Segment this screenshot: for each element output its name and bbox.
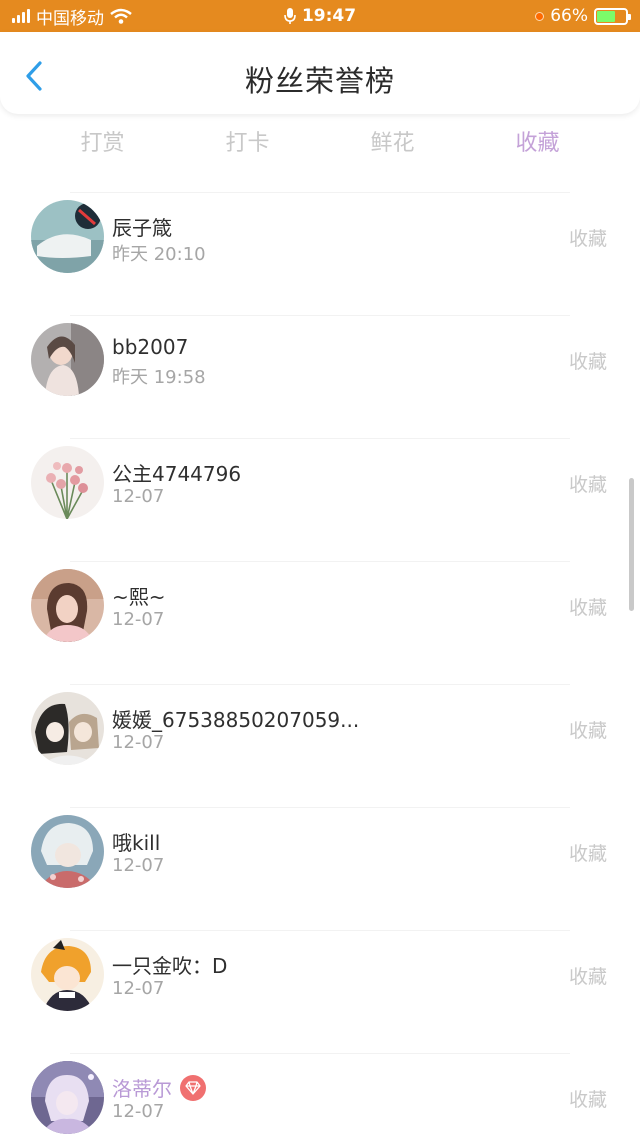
scrollbar[interactable] bbox=[629, 478, 634, 611]
divider bbox=[70, 315, 570, 316]
avatar[interactable] bbox=[31, 569, 104, 642]
fan-time: 12-07 bbox=[112, 486, 165, 507]
list-item[interactable]: 一只金吹：D 12-07 收藏 bbox=[0, 930, 640, 1053]
divider bbox=[70, 807, 570, 808]
avatar[interactable] bbox=[31, 938, 104, 1011]
microphone-icon bbox=[284, 8, 296, 24]
list-item[interactable]: ~熙~ 12-07 收藏 bbox=[0, 561, 640, 684]
divider bbox=[70, 1053, 570, 1054]
fan-action: 收藏 bbox=[568, 843, 607, 865]
tab-favorites[interactable]: 收藏 bbox=[465, 128, 610, 168]
fan-time: 12-07 bbox=[112, 1101, 165, 1122]
tab-flowers[interactable]: 鲜花 bbox=[320, 128, 465, 168]
battery-percent: 66% bbox=[550, 6, 588, 26]
status-bar: 中国移动 19:47 66% bbox=[0, 0, 640, 32]
list-item[interactable]: 辰子箴 昨天 20:10 收藏 bbox=[0, 192, 640, 315]
fan-action: 收藏 bbox=[568, 474, 607, 496]
avatar[interactable] bbox=[31, 446, 104, 519]
fan-action: 收藏 bbox=[568, 228, 607, 250]
fan-name: bb2007 bbox=[112, 335, 189, 359]
status-right: 66% bbox=[535, 0, 631, 32]
fan-time: 12-07 bbox=[112, 609, 165, 630]
fan-time: 昨天 20:10 bbox=[112, 244, 206, 265]
avatar[interactable] bbox=[31, 692, 104, 765]
fan-action: 收藏 bbox=[568, 1089, 607, 1111]
fan-action: 收藏 bbox=[568, 351, 607, 373]
diamond-icon bbox=[185, 1080, 201, 1095]
fan-name: 一只金吹：D bbox=[112, 954, 228, 978]
fan-action: 收藏 bbox=[568, 597, 607, 619]
tab-bar: 打赏 打卡 鲜花 收藏 bbox=[30, 128, 610, 168]
list-item[interactable]: 媛媛_67538850207059... 12-07 收藏 bbox=[0, 684, 640, 807]
tab-tip[interactable]: 打赏 bbox=[30, 128, 175, 168]
fan-list: 辰子箴 昨天 20:10 收藏 bb2007 昨天 19:58 收藏 公主474… bbox=[0, 192, 640, 1138]
avatar[interactable] bbox=[31, 323, 104, 396]
fan-name: 哦kill bbox=[112, 831, 161, 855]
fan-action: 收藏 bbox=[568, 966, 607, 988]
fan-time: 12-07 bbox=[112, 978, 165, 999]
fan-name: 辰子箴 bbox=[112, 216, 172, 240]
fan-action: 收藏 bbox=[568, 720, 607, 742]
fan-name: 媛媛_67538850207059... bbox=[112, 708, 360, 732]
fan-time: 12-07 bbox=[112, 732, 165, 753]
list-item[interactable]: 公主4744796 12-07 收藏 bbox=[0, 438, 640, 561]
list-item[interactable]: 洛蒂尔 12-07 收藏 bbox=[0, 1053, 640, 1138]
divider bbox=[70, 192, 570, 193]
divider bbox=[70, 930, 570, 931]
avatar[interactable] bbox=[31, 200, 104, 273]
fan-name: ~熙~ bbox=[112, 585, 166, 609]
fan-time: 昨天 19:58 bbox=[112, 367, 206, 388]
fan-name: 公主4744796 bbox=[112, 462, 242, 486]
battery-icon bbox=[594, 7, 631, 25]
page-title: 粉丝荣誉榜 bbox=[244, 64, 395, 98]
tab-checkin[interactable]: 打卡 bbox=[175, 128, 320, 168]
vip-badge bbox=[180, 1074, 206, 1101]
list-item[interactable]: bb2007 昨天 19:58 收藏 bbox=[0, 315, 640, 438]
avatar[interactable] bbox=[31, 1061, 104, 1134]
recording-dot-icon bbox=[535, 11, 545, 21]
divider bbox=[70, 438, 570, 439]
clock: 19:47 bbox=[301, 6, 357, 26]
divider bbox=[70, 561, 570, 562]
list-item[interactable]: 哦kill 12-07 收藏 bbox=[0, 807, 640, 930]
nav-bar: 粉丝荣誉榜 bbox=[0, 32, 640, 114]
fan-time: 12-07 bbox=[112, 855, 165, 876]
divider bbox=[70, 684, 570, 685]
fan-name: 洛蒂尔 bbox=[112, 1073, 206, 1102]
avatar[interactable] bbox=[31, 815, 104, 888]
